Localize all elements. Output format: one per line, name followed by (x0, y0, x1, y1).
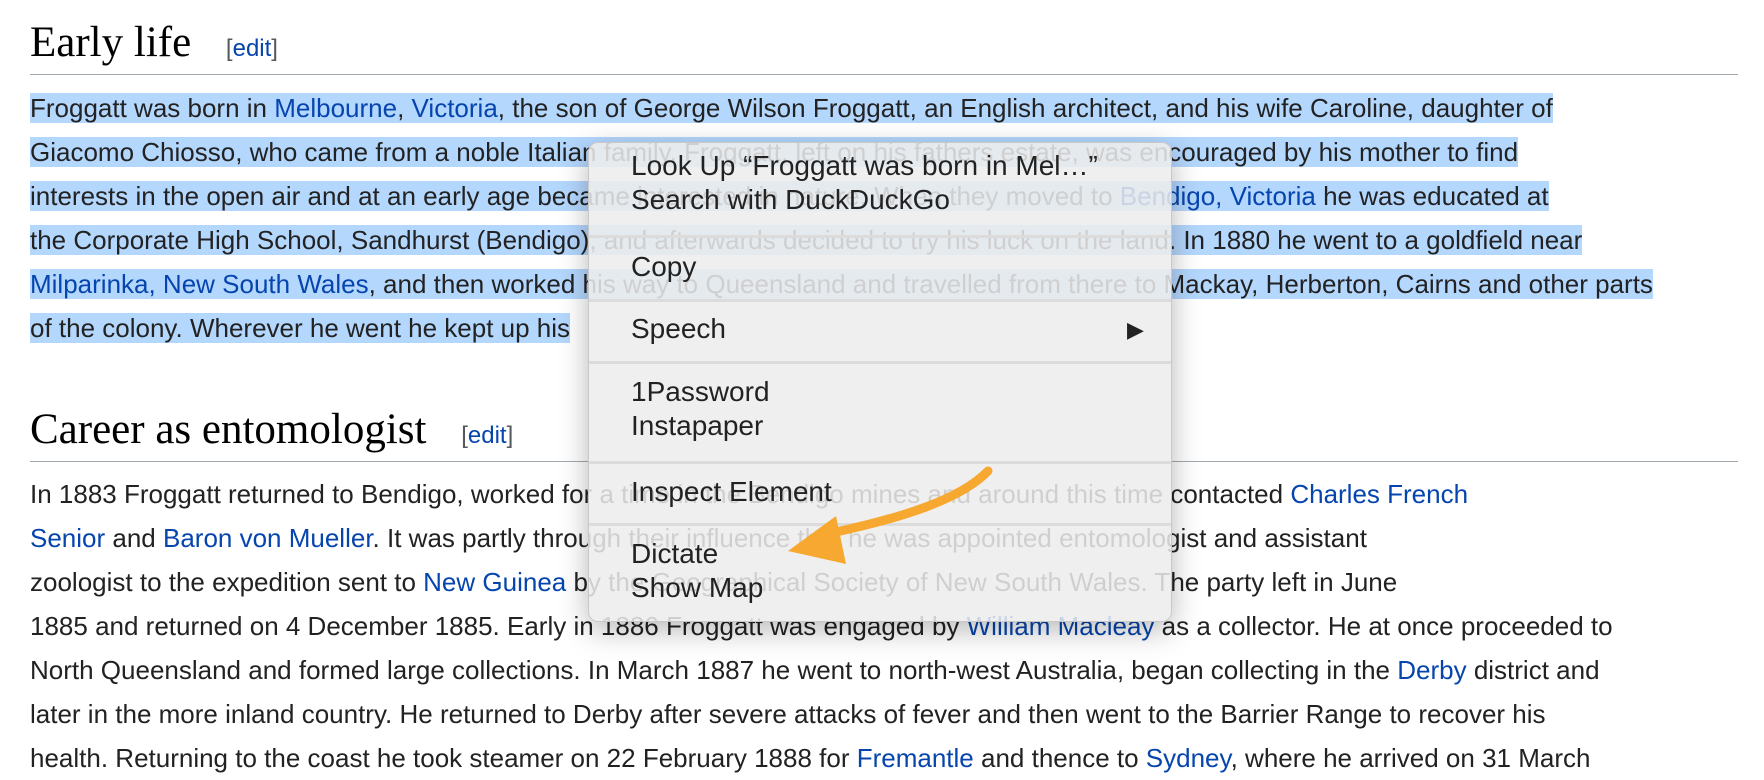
menu-item-1password[interactable]: 1Password (631, 373, 770, 411)
paragraph-line: later in the more inland country. He ret… (30, 692, 1738, 736)
paragraph-line: health. Returning to the coast he took s… (30, 736, 1738, 780)
paragraph-text: North Queensland and formed large collec… (30, 655, 1398, 685)
menu-separator (589, 361, 1171, 364)
menu-item-inspect-element[interactable]: Inspect Element (631, 473, 832, 511)
heading-early-life-title: Early life (30, 19, 192, 66)
paragraph-text: later in the more inland country. He ret… (30, 699, 1546, 729)
menu-item-dictate[interactable]: Dictate (631, 535, 718, 573)
menu-item-instapaper[interactable]: Instapaper (631, 407, 763, 445)
paragraph-text: , the son of George Wilson Froggatt, an … (497, 93, 1553, 123)
article-link[interactable]: Baron von Mueller (163, 523, 373, 553)
context-menu: Look Up “Froggatt was born in Mel…” Sear… (588, 142, 1172, 622)
paragraph-text: and (105, 523, 163, 553)
edit-link-wrapper: [edit] (225, 35, 278, 62)
article-link[interactable]: Senior (30, 523, 105, 553)
menu-separator (589, 461, 1171, 464)
edit-link-wrapper: [edit] (461, 422, 514, 449)
article-link[interactable]: Fremantle (857, 743, 974, 773)
paragraph-text: , (397, 93, 412, 123)
menu-item-look-up[interactable]: Look Up “Froggatt was born in Mel…” (631, 147, 1098, 185)
menu-item-show-map[interactable]: Show Map (631, 569, 763, 607)
menu-item-speech[interactable]: Speech (631, 310, 726, 348)
submenu-arrow-icon: ▶ (1127, 317, 1144, 342)
paragraph-text: health. Returning to the coast he took s… (30, 743, 857, 773)
menu-separator (589, 299, 1171, 302)
article-link[interactable]: Victoria (412, 93, 498, 123)
paragraph-text: zoologist to the expedition sent to (30, 567, 424, 597)
menu-separator (589, 235, 1171, 238)
article-link[interactable]: Milparinka, New South Wales (30, 269, 369, 299)
menu-separator (589, 523, 1171, 526)
article-link[interactable]: New Guinea (423, 567, 566, 597)
paragraph-text: , where he arrived on 31 March (1230, 743, 1591, 773)
paragraph-text: of the colony. Wherever he went he kept … (30, 313, 571, 343)
paragraph-text: district and (1466, 655, 1600, 685)
article-link[interactable]: Charles French (1290, 479, 1468, 509)
heading-career-title: Career as entomologist (30, 406, 427, 453)
menu-item-copy[interactable]: Copy (631, 248, 696, 286)
article-link[interactable]: Sydney (1146, 743, 1231, 773)
paragraph-line: Froggatt was born in Melbourne, Victoria… (30, 86, 1738, 130)
paragraph-text: as a collector. He at once proceeded to (1154, 611, 1613, 641)
edit-link-career[interactable]: edit (468, 422, 507, 449)
section-heading-early-life: Early life [edit] (30, 0, 1738, 75)
paragraph-text: he was educated at (1315, 181, 1549, 211)
edit-link-early-life[interactable]: edit (233, 35, 272, 62)
paragraph-text: and thence to (973, 743, 1146, 773)
paragraph-line: North Queensland and formed large collec… (30, 648, 1738, 692)
article-link[interactable]: Derby (1397, 655, 1466, 685)
paragraph-text: Froggatt was born in (30, 93, 275, 123)
article-link[interactable]: Melbourne (274, 93, 397, 123)
menu-item-search-duckduckgo[interactable]: Search with DuckDuckGo (631, 181, 950, 219)
